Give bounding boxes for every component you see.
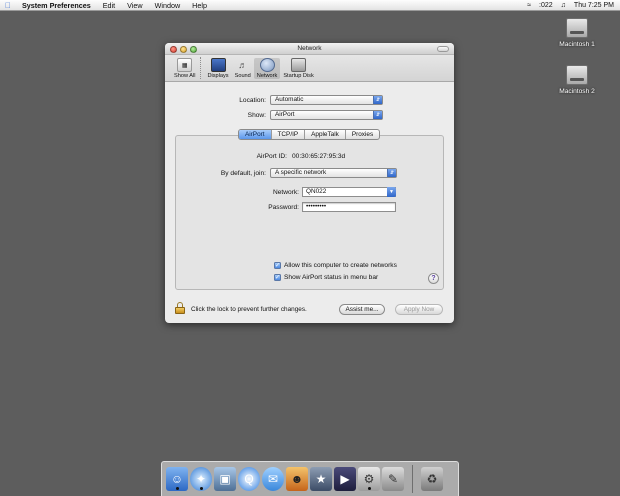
dock-separator — [412, 465, 413, 493]
toolbar-label: Startup Disk — [283, 73, 314, 79]
default-join-popup[interactable]: A specific network ⇵ — [270, 168, 397, 178]
network-icon — [259, 58, 275, 72]
toolbar-network[interactable]: Network — [253, 58, 281, 79]
disk-label: Macintosh 1 — [559, 41, 595, 48]
location-label: Location: — [239, 96, 266, 104]
menu-help[interactable]: Help — [186, 0, 213, 11]
popup-arrows-icon: ⇵ — [373, 96, 382, 104]
tab-appletalk[interactable]: AppleTalk — [305, 130, 346, 139]
show-popup[interactable]: AirPort ⇵ — [270, 110, 383, 120]
toolbar-toggle-button[interactable] — [437, 46, 449, 52]
quicktime-icon[interactable]: Q — [238, 467, 260, 491]
displays-icon — [210, 58, 226, 72]
airport-status-value: :022 — [539, 2, 553, 9]
airport-status-icon[interactable]: ≈ — [527, 2, 531, 9]
network-preferences-window: Network ▦ Show All Displays ♬ Sound Netw… — [165, 43, 454, 323]
system-preferences-icon[interactable]: ⚙ — [358, 467, 380, 491]
lock-icon[interactable] — [175, 302, 185, 314]
imovie-icon[interactable]: ▶ — [334, 467, 356, 491]
safari-icon[interactable]: ✦ — [190, 467, 212, 491]
desktop-disk-macintosh-1[interactable]: Macintosh 1 — [547, 18, 607, 48]
assist-me-button[interactable]: Assist me... — [339, 304, 385, 315]
disk-label: Macintosh 2 — [559, 88, 595, 95]
preview-icon[interactable]: ▣ — [214, 467, 236, 491]
default-join-value: A specific network — [275, 169, 327, 176]
menu-view[interactable]: View — [121, 0, 148, 11]
show-airport-status-checkbox[interactable]: ✓ — [274, 274, 281, 281]
show-airport-status-checkbox-row[interactable]: ✓ Show AirPort status in menu bar — [274, 274, 378, 281]
window-titlebar[interactable]: Network — [165, 43, 454, 55]
network-value: QN022 — [306, 188, 327, 195]
network-combo-box[interactable]: QN022 ▼ — [302, 187, 396, 197]
tab-tcp-ip[interactable]: TCP/IP — [272, 130, 306, 139]
iphoto-icon[interactable]: ★ — [310, 467, 332, 491]
hard-disk-icon — [566, 18, 588, 38]
allow-create-networks-label: Allow this computer to create networks — [284, 262, 397, 269]
airport-id-label: AirPort ID: — [256, 153, 287, 160]
allow-create-networks-checkbox[interactable]: ✓ — [274, 262, 281, 269]
hard-disk-icon — [566, 65, 588, 85]
location-value: Automatic — [275, 96, 304, 103]
menu-bar:  System Preferences Edit View Window He… — [0, 0, 620, 11]
default-join-label: By default, join: — [220, 169, 266, 177]
volume-icon[interactable]: ♫ — [561, 2, 566, 9]
password-label: Password: — [268, 203, 299, 211]
menu-system-preferences[interactable]: System Preferences — [16, 0, 97, 11]
location-popup[interactable]: Automatic ⇵ — [270, 95, 383, 105]
help-button[interactable]: ? — [428, 273, 439, 284]
startup-disk-icon — [291, 58, 307, 72]
mail-icon[interactable]: ✎ — [382, 467, 404, 491]
ichat-icon[interactable]: ✉ — [262, 467, 284, 491]
show-value: AirPort — [275, 111, 295, 118]
finder-icon[interactable]: ☺ — [166, 467, 188, 491]
network-label: Network: — [272, 188, 299, 196]
menu-window[interactable]: Window — [149, 0, 187, 11]
apply-now-button[interactable]: Apply Now — [395, 304, 443, 315]
toolbar-separator — [200, 57, 202, 79]
show-label: Show: — [247, 111, 266, 119]
zoom-button[interactable] — [190, 45, 197, 53]
allow-create-networks-checkbox-row[interactable]: ✓ Allow this computer to create networks — [274, 262, 397, 269]
popup-arrows-icon: ⇵ — [387, 169, 396, 177]
password-field[interactable]: ••••••••• — [302, 202, 396, 212]
show-airport-status-label: Show AirPort status in menu bar — [284, 274, 379, 281]
airport-id-value: 00:30:65:27:95:3d — [292, 153, 346, 160]
toolbar-label: Sound — [234, 73, 251, 79]
trash-icon[interactable]: ♻ — [421, 467, 443, 491]
close-button[interactable] — [170, 45, 177, 53]
desktop-disk-macintosh-2[interactable]: Macintosh 2 — [547, 65, 607, 95]
toolbar-sound[interactable]: ♬ Sound — [232, 58, 254, 79]
toolbar-label: Show All — [174, 73, 196, 79]
apple-menu-icon[interactable]:  — [0, 1, 16, 10]
tab-airport[interactable]: AirPort — [239, 130, 272, 139]
toolbar-show-all[interactable]: ▦ Show All — [171, 58, 198, 79]
toolbar-label: Displays — [207, 73, 229, 79]
toolbar-displays[interactable]: Displays — [204, 58, 231, 79]
menu-edit[interactable]: Edit — [97, 0, 121, 11]
popup-arrows-icon: ⇵ — [373, 111, 382, 119]
toolbar-startup-disk[interactable]: Startup Disk — [280, 58, 316, 79]
show-all-icon: ▦ — [177, 58, 193, 72]
lock-text: Click the lock to prevent further change… — [191, 306, 307, 313]
tab-bar: AirPort TCP/IP AppleTalk Proxies — [238, 129, 381, 140]
sound-icon: ♬ — [238, 60, 248, 70]
window-title: Network — [297, 45, 322, 52]
tab-proxies[interactable]: Proxies — [346, 130, 379, 139]
ichat-av-icon[interactable]: ☻ — [286, 467, 308, 491]
chevron-down-icon[interactable]: ▼ — [387, 187, 396, 197]
minimize-button[interactable] — [180, 45, 187, 53]
clock[interactable]: Thu 7:25 PM — [574, 2, 614, 9]
preferences-toolbar: ▦ Show All Displays ♬ Sound Network Star… — [165, 55, 454, 82]
dock: ☺ ✦ ▣ Q ✉ ☻ ★ ▶ ⚙ ✎ ♻ — [161, 461, 459, 496]
toolbar-label: Network — [256, 73, 278, 79]
